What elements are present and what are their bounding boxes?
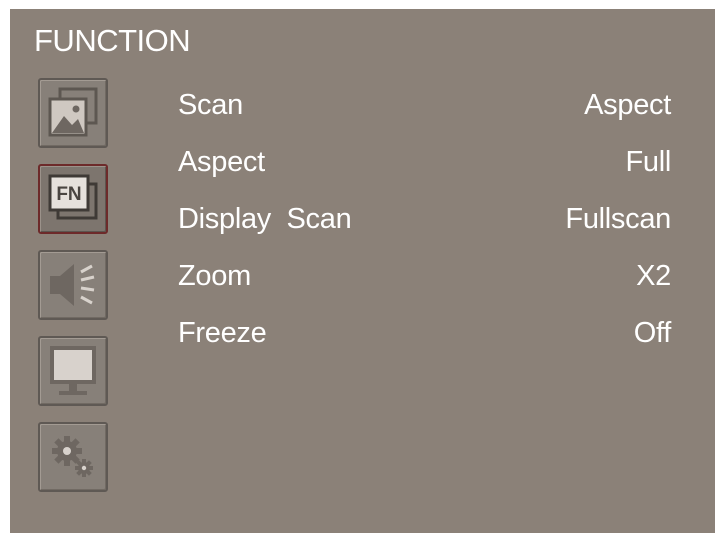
setting-label: Aspect: [178, 146, 265, 178]
speaker-icon: [50, 264, 95, 306]
setting-value: X2: [636, 260, 671, 292]
sidebar-item-function[interactable]: FN: [38, 164, 108, 234]
setting-row-freeze[interactable]: Freeze Off: [178, 313, 671, 353]
settings-icon: [52, 436, 93, 477]
monitor-icon: [50, 346, 96, 395]
sidebar-item-system[interactable]: [38, 422, 108, 492]
sidebar-item-audio[interactable]: [38, 250, 108, 320]
function-icon: FN: [48, 174, 98, 220]
osd-menu-panel: FUNCTION FN Scan Aspect Aspect Full Disp…: [10, 9, 715, 533]
setting-label: Freeze: [178, 317, 267, 349]
setting-row-display-scan[interactable]: Display Scan Fullscan: [178, 199, 671, 239]
sidebar-item-display[interactable]: [38, 336, 108, 406]
setting-value: Off: [633, 317, 672, 349]
setting-value: Full: [625, 146, 671, 178]
setting-value: Fullscan: [565, 203, 671, 235]
setting-label: Scan: [178, 89, 243, 121]
menu-title: FUNCTION: [34, 23, 191, 58]
setting-label: Display Scan: [178, 203, 352, 235]
setting-label: Zoom: [178, 260, 251, 292]
setting-row-zoom[interactable]: Zoom X2: [178, 256, 671, 296]
picture-icon: [48, 87, 98, 137]
setting-row-aspect[interactable]: Aspect Full: [178, 142, 671, 182]
sidebar-item-picture[interactable]: [38, 78, 108, 148]
setting-value: Aspect: [584, 89, 671, 121]
fn-icon-label: FN: [56, 184, 81, 205]
setting-row-scan[interactable]: Scan Aspect: [178, 85, 671, 125]
